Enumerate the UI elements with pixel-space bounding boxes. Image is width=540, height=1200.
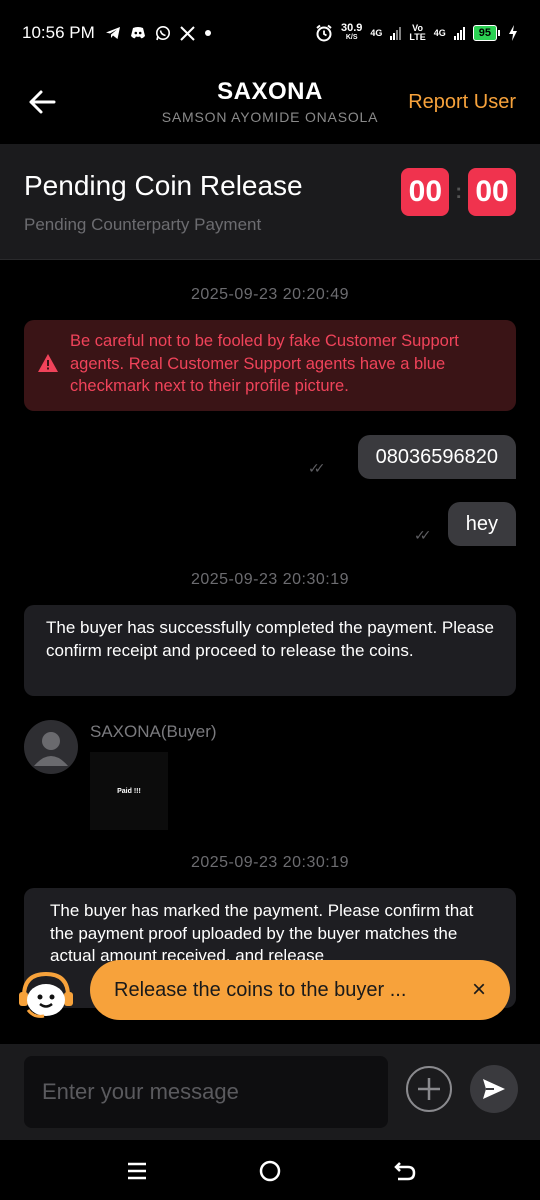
outgoing-message[interactable]: hey xyxy=(447,502,516,546)
outgoing-message[interactable]: 08036596820 xyxy=(357,435,516,479)
system-message: The buyer has successfully completed the… xyxy=(24,605,516,696)
signal-icon xyxy=(453,26,465,40)
message-input[interactable] xyxy=(24,1056,388,1128)
message-timestamp: 2025-09-23 20:30:19 xyxy=(190,854,350,871)
timer-minutes: 00 xyxy=(401,168,450,216)
order-title: Pending Coin Release xyxy=(24,170,303,201)
send-button[interactable] xyxy=(470,1065,518,1113)
plus-icon xyxy=(418,1078,440,1100)
payment-proof-image[interactable]: Paid !!! xyxy=(90,752,168,830)
message-composer xyxy=(0,1044,540,1140)
home-icon[interactable] xyxy=(255,1156,285,1186)
countdown-timer: 00 : 00 xyxy=(401,168,516,216)
toast-text: Release the coins to the buyer ... xyxy=(114,978,407,1001)
timer-seconds: 00 xyxy=(468,168,516,216)
order-status-panel: Pending Coin Release Pending Counterpart… xyxy=(0,144,540,260)
recents-icon[interactable] xyxy=(122,1156,152,1186)
warning-icon xyxy=(38,354,58,372)
scam-warning: Be careful not to be fooled by fake Cust… xyxy=(24,320,516,411)
close-icon[interactable]: × xyxy=(472,976,486,1004)
system-icons: 30.9 K/S 4G Vo LTE 4G 95 xyxy=(315,23,518,43)
signal-icon xyxy=(390,26,402,40)
payment-proof-text: Paid !!! xyxy=(117,787,141,795)
report-user-button[interactable]: Report User xyxy=(408,91,516,114)
status-bar: 10:56 PM 30.9 K/S 4G Vo LTE 4G 95 xyxy=(0,0,540,66)
chat-header: SAXONA SAMSON AYOMIDE ONASOLA Report Use… xyxy=(0,66,540,142)
notification-icons xyxy=(105,25,212,41)
whatsapp-icon xyxy=(155,26,170,41)
read-receipt-icon: ✓✓ xyxy=(414,527,432,543)
avatar[interactable] xyxy=(24,720,78,774)
sender-name: SAXONA(Buyer) xyxy=(90,722,217,741)
alarm-icon xyxy=(316,24,332,42)
telegram-icon xyxy=(105,27,120,39)
system-nav-bar xyxy=(0,1140,540,1200)
user-avatar-icon xyxy=(34,732,68,766)
status-time: 10:56 PM xyxy=(22,23,95,42)
release-coins-toast[interactable]: Release the coins to the buyer ... × xyxy=(90,960,510,1020)
add-attachment-button[interactable] xyxy=(406,1066,452,1112)
chat-messages[interactable]: 2025-09-23 20:20:49 Be careful not to be… xyxy=(0,262,540,1042)
network-type: 4G xyxy=(370,27,383,38)
support-assistant-icon[interactable] xyxy=(14,966,78,1026)
volte-badge: Vo LTE xyxy=(409,23,426,42)
discord-icon xyxy=(130,27,145,39)
battery-icon: 95 xyxy=(472,25,500,41)
message-timestamp: 2025-09-23 20:30:19 xyxy=(190,571,350,588)
order-status: Pending Counterparty Payment xyxy=(24,215,262,234)
network-type: 4G xyxy=(433,27,446,38)
back-nav-icon[interactable] xyxy=(390,1156,420,1186)
read-receipt-icon: ✓✓ xyxy=(308,460,326,476)
dot-icon xyxy=(204,30,211,36)
timer-separator: : xyxy=(455,180,462,203)
network-speed: 30.9 K/S xyxy=(340,22,363,42)
message-timestamp: 2025-09-23 20:20:49 xyxy=(190,286,350,303)
x-icon xyxy=(180,25,195,41)
charging-icon xyxy=(509,25,517,41)
send-icon xyxy=(483,1079,505,1099)
scam-warning-text: Be careful not to be fooled by fake Cust… xyxy=(70,332,459,395)
